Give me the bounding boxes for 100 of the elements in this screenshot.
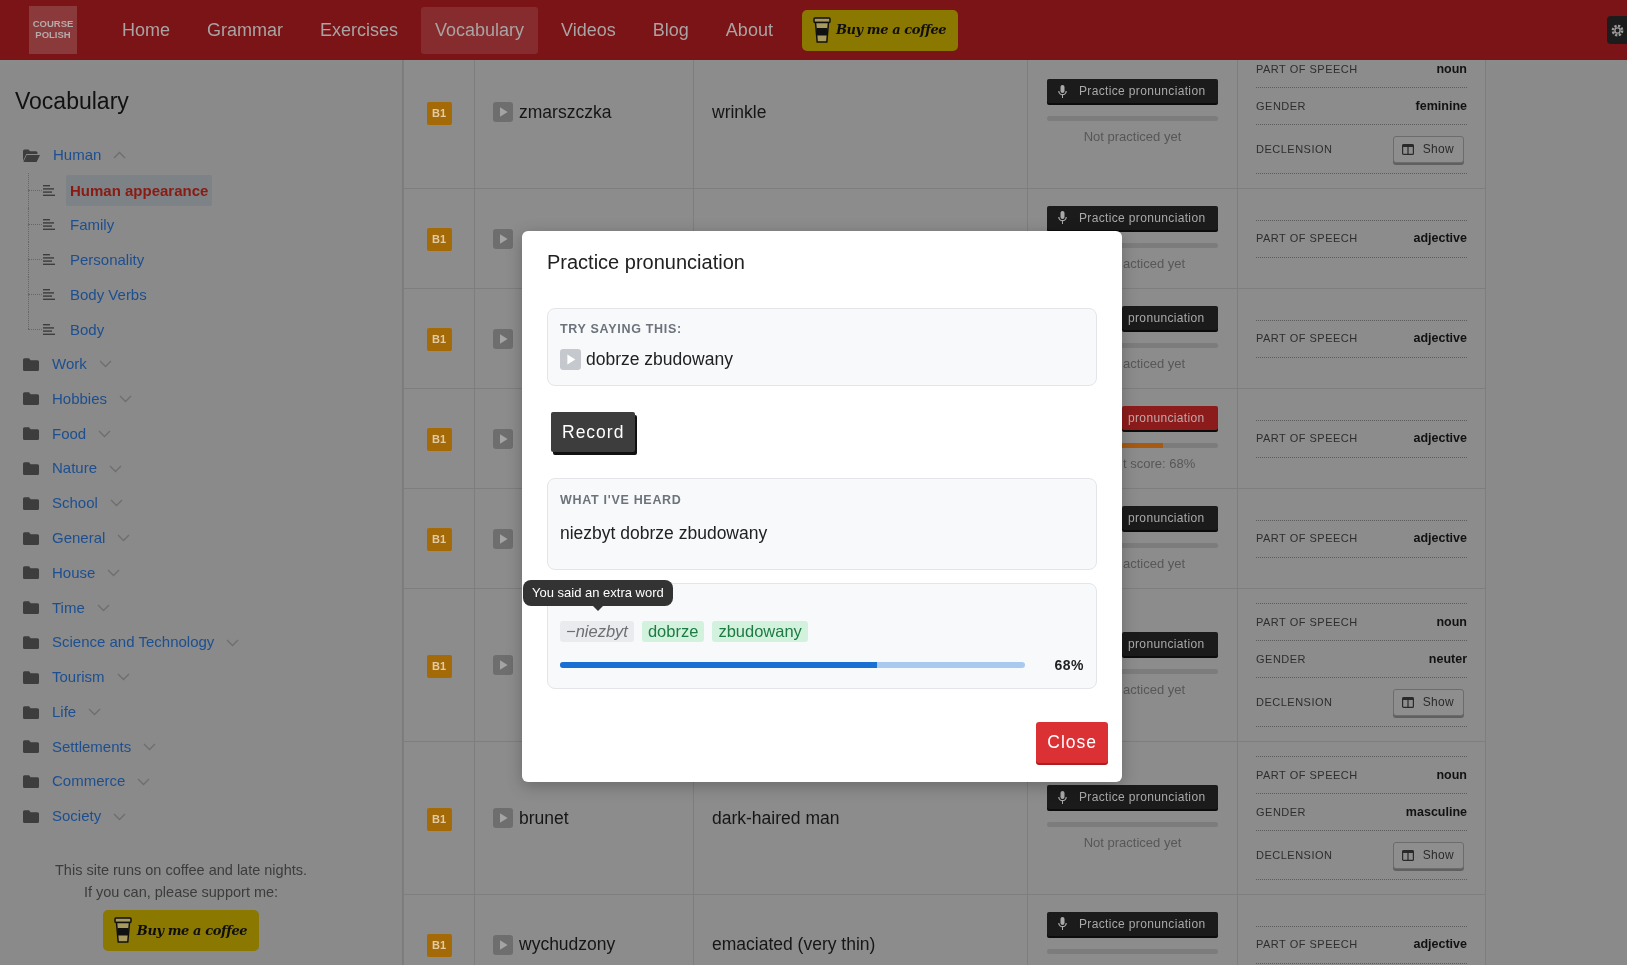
settings-button[interactable] (1607, 16, 1627, 44)
category-link[interactable]: Science and Technology (52, 631, 215, 654)
chevron-down-icon[interactable] (117, 534, 131, 543)
practice-button[interactable]: pronunciation (1122, 405, 1218, 430)
folder-icon (23, 636, 39, 650)
play-icon[interactable] (493, 934, 513, 955)
practice-button[interactable]: Practice pronunciation (1047, 79, 1218, 103)
chevron-down-icon[interactable] (109, 464, 123, 473)
panel-label: WHAT I'VE HEARD (560, 493, 683, 508)
chevron-down-icon[interactable] (137, 777, 151, 786)
category-link[interactable]: Time (52, 596, 85, 619)
subcategory-link[interactable]: Body (66, 313, 109, 345)
folder-icon (23, 392, 39, 406)
nav-link[interactable]: Videos (547, 6, 630, 54)
chevron-down-icon[interactable] (98, 360, 112, 369)
detail-label: GENDER (1256, 651, 1307, 666)
chevron-up-icon[interactable] (113, 151, 127, 160)
category-link[interactable]: House (52, 561, 96, 585)
category-link[interactable]: General (52, 526, 106, 550)
chevron-down-icon[interactable] (109, 499, 123, 508)
category-link[interactable]: Work (52, 352, 87, 376)
chevron-down-icon[interactable] (88, 708, 102, 717)
play-icon[interactable] (493, 428, 513, 449)
gear-icon (1611, 23, 1624, 37)
coffee-cup-icon (812, 17, 831, 43)
list-icon (43, 184, 55, 196)
nav-link[interactable]: Vocabulary (421, 6, 539, 54)
category-link[interactable]: Nature (52, 457, 98, 480)
detail-label: GENDER (1256, 98, 1307, 113)
record-button[interactable]: Record (551, 412, 636, 452)
detail-value: noun (1436, 60, 1467, 78)
level-badge: B1 (426, 934, 452, 957)
close-button[interactable]: Close (1036, 722, 1108, 763)
sidebar-title: Vocabulary (15, 87, 130, 115)
site-logo[interactable]: COURSE POLISH (29, 6, 77, 54)
subcategory-link[interactable]: Family (66, 209, 119, 241)
category-link[interactable]: Commerce (52, 770, 126, 793)
support-text: If you can, please support me: (82, 882, 280, 902)
level-badge: B1 (426, 807, 452, 831)
subcategory-link[interactable]: Personality (66, 244, 149, 276)
detail-label: PART OF SPEECH (1256, 331, 1358, 345)
chevron-down-icon[interactable] (113, 812, 127, 821)
practice-button[interactable]: pronunciation (1122, 632, 1218, 656)
microphone-icon (1058, 211, 1067, 224)
nav-link[interactable]: Grammar (193, 6, 297, 54)
chevron-down-icon[interactable] (119, 394, 133, 403)
category-link[interactable]: Life (52, 700, 77, 724)
play-icon[interactable] (560, 349, 581, 370)
coffee-button[interactable]: Buy me a coffee (102, 909, 260, 951)
play-icon[interactable] (493, 102, 513, 122)
show-button[interactable]: Show (1392, 841, 1464, 869)
level-badge: B1 (426, 228, 452, 251)
subcategory-link[interactable]: Human appearance (66, 174, 213, 206)
detail-label: DECLENSION (1256, 695, 1333, 709)
practice-button[interactable]: Practice pronunciation (1047, 785, 1218, 809)
play-icon[interactable] (493, 655, 513, 675)
level-badge: B1 (426, 428, 452, 451)
practice-button[interactable]: Practice pronunciation (1047, 205, 1218, 230)
practice-button[interactable]: pronunciation (1122, 505, 1218, 530)
category-link[interactable]: Food (52, 422, 87, 445)
show-button[interactable]: Show (1392, 135, 1464, 163)
play-icon[interactable] (493, 328, 513, 349)
nav-link[interactable]: Blog (638, 6, 703, 54)
chevron-down-icon[interactable] (96, 603, 110, 612)
detail-label: PART OF SPEECH (1256, 937, 1358, 951)
practice-button[interactable]: pronunciation (1122, 305, 1218, 330)
category-link[interactable]: School (52, 492, 98, 515)
nav-link[interactable]: Home (108, 6, 184, 54)
detail-label: PART OF SPEECH (1256, 614, 1358, 629)
detail-value: adjective (1413, 430, 1467, 447)
show-button[interactable]: Show (1392, 688, 1464, 716)
chevron-down-icon[interactable] (143, 742, 157, 751)
nav-link[interactable]: Exercises (306, 6, 413, 54)
play-icon[interactable] (493, 228, 513, 249)
category-link[interactable]: Settlements (52, 735, 132, 759)
detail-label: PART OF SPEECH (1256, 231, 1358, 245)
translation-text: emaciated (very thin) (712, 934, 876, 955)
word-text: zmarszczka (519, 100, 612, 124)
play-icon[interactable] (493, 808, 513, 828)
folder-icon (23, 496, 39, 510)
folder-icon (23, 705, 39, 719)
category-link[interactable]: Human (53, 144, 102, 167)
subcategory-link[interactable]: Body Verbs (66, 279, 151, 311)
open-folder-icon (23, 148, 40, 162)
category-link[interactable]: Tourism (52, 666, 105, 689)
coffee-button[interactable]: Buy me a coffee (801, 9, 959, 51)
play-icon[interactable] (493, 528, 513, 549)
chevron-down-icon[interactable] (226, 638, 240, 647)
tooltip: You said an extra word (523, 580, 673, 611)
detail-label: DECLENSION (1256, 142, 1333, 156)
practice-button[interactable]: Practice pronunciation (1047, 911, 1218, 936)
prompt-phrase: dobrze zbudowany (586, 349, 733, 370)
category-link[interactable]: Hobbies (52, 387, 108, 411)
chevron-down-icon[interactable] (98, 429, 112, 438)
level-badge: B1 (426, 654, 452, 678)
nav-link[interactable]: About (711, 6, 787, 54)
category-link[interactable]: Society (52, 805, 102, 828)
detail-label: DECLENSION (1256, 848, 1333, 862)
chevron-down-icon[interactable] (107, 568, 121, 577)
chevron-down-icon[interactable] (116, 673, 130, 682)
